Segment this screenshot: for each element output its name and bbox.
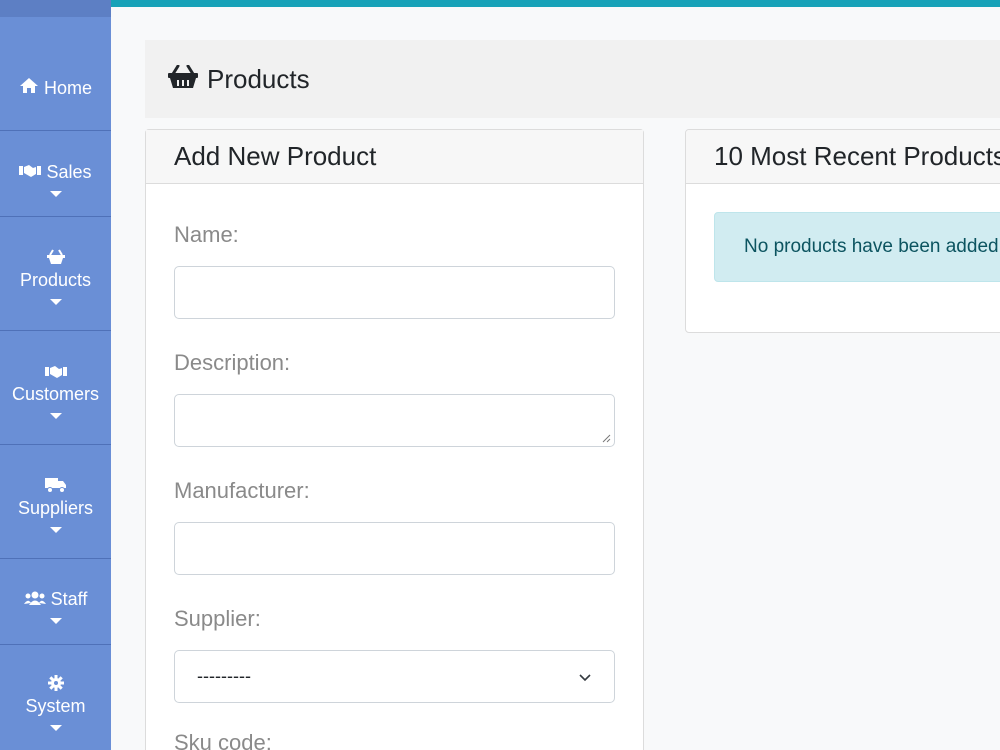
recent-products-card: 10 Most Recent Products No products have… <box>685 129 1000 333</box>
users-icon <box>23 589 46 610</box>
truck-icon <box>0 477 111 498</box>
resize-handle-icon[interactable] <box>602 434 611 443</box>
chevron-down-icon <box>49 618 62 624</box>
sidebar-item-label: Sales <box>46 162 92 182</box>
supplier-label: Supplier: <box>174 606 261 631</box>
sidebar: Home Sales Products Customers Suppliers … <box>0 0 111 750</box>
handshake-icon <box>19 162 42 183</box>
supplier-selected-value: --------- <box>197 666 251 686</box>
description-label: Description: <box>174 350 291 375</box>
manufacturer-label: Manufacturer: <box>174 478 310 503</box>
basket-icon <box>167 64 199 94</box>
supplier-select[interactable]: --------- <box>174 650 615 703</box>
sidebar-item-products[interactable]: Products <box>0 217 111 331</box>
chevron-down-icon <box>49 413 62 419</box>
main-content: Products Add New Product Name: Descripti… <box>111 7 1000 750</box>
page-header: Products <box>145 40 1000 118</box>
sidebar-item-sales[interactable]: Sales <box>0 131 111 217</box>
sidebar-top-strip <box>0 0 111 17</box>
sku-code-label: Sku code: <box>174 730 272 750</box>
home-icon <box>19 77 39 99</box>
chevron-down-icon <box>49 191 62 197</box>
name-label: Name: <box>174 222 239 247</box>
sidebar-item-system[interactable]: System <box>0 645 111 750</box>
sidebar-item-staff[interactable]: Staff <box>0 559 111 645</box>
card-title: Add New Product <box>146 130 643 184</box>
description-textarea[interactable] <box>174 394 615 447</box>
sidebar-item-suppliers[interactable]: Suppliers <box>0 445 111 559</box>
chevron-down-icon <box>49 725 62 731</box>
top-accent-bar <box>0 0 1000 7</box>
basket-icon <box>0 249 111 270</box>
sidebar-item-customers[interactable]: Customers <box>0 331 111 445</box>
gear-icon <box>0 675 111 696</box>
sidebar-item-label: Suppliers <box>17 498 94 518</box>
name-input[interactable] <box>174 266 615 319</box>
manufacturer-input[interactable] <box>174 522 615 575</box>
chevron-down-icon <box>578 666 592 687</box>
sidebar-item-label: Staff <box>50 589 88 609</box>
chevron-down-icon <box>49 299 62 305</box>
sidebar-item-label: Customers <box>11 384 100 404</box>
sidebar-item-label: System <box>25 696 86 716</box>
card-title: 10 Most Recent Products <box>686 130 1000 184</box>
add-product-card: Add New Product Name: Description: Manuf… <box>145 129 644 750</box>
sidebar-item-label: Home <box>43 77 92 98</box>
page-title: Products <box>207 63 310 94</box>
sidebar-item-label: Products <box>19 270 92 290</box>
sidebar-item-home[interactable]: Home <box>0 17 111 131</box>
chevron-down-icon <box>49 527 62 533</box>
handshake-icon <box>0 363 111 384</box>
empty-products-alert: No products have been added <box>714 212 1000 282</box>
